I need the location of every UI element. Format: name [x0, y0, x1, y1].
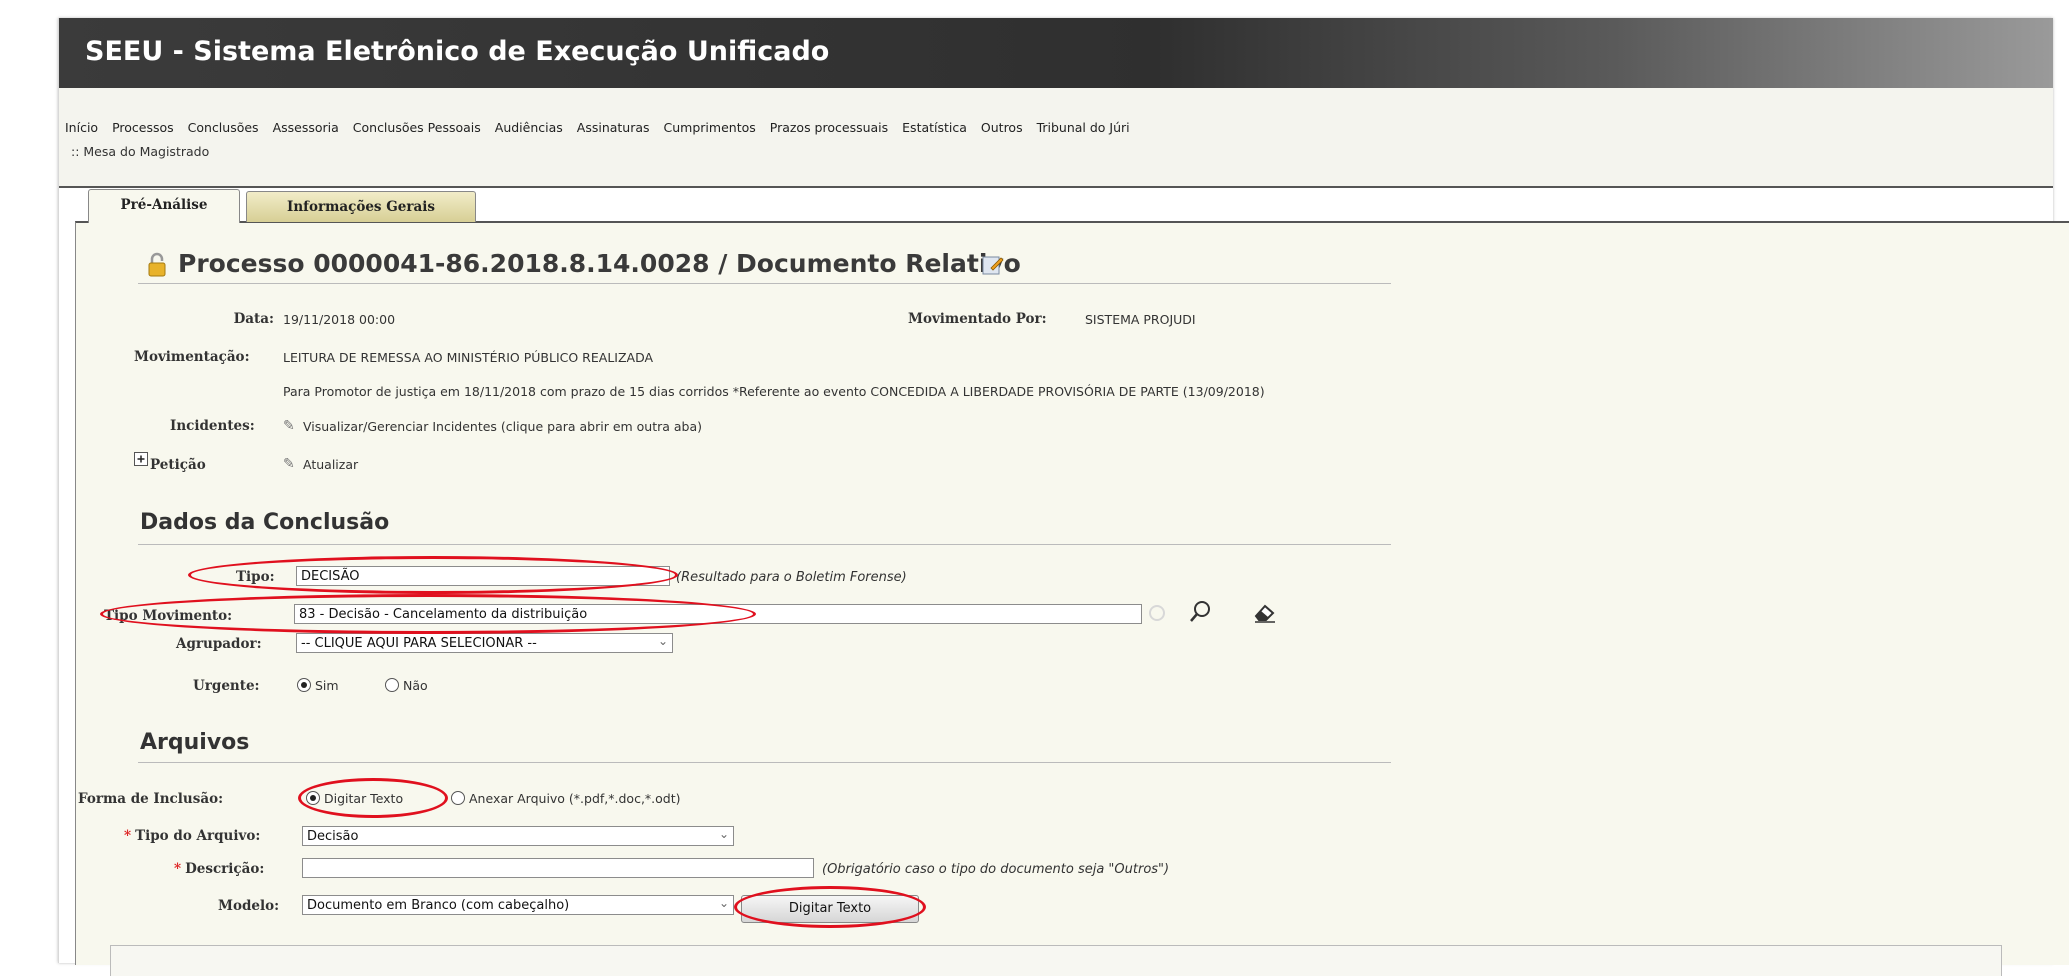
tab-informacoes-gerais[interactable]: Informações Gerais: [246, 191, 476, 222]
menu-item-cumprimentos[interactable]: Cumprimentos: [664, 120, 756, 135]
menu-item-prazos[interactable]: Prazos processuais: [770, 120, 888, 135]
main-panel: [75, 221, 2069, 965]
peticao-label: Petição: [150, 457, 206, 473]
agrupador-label: Agrupador:: [176, 636, 262, 652]
tipo-arquivo-select[interactable]: Decisão: [302, 826, 734, 846]
menu-item-assinaturas[interactable]: Assinaturas: [577, 120, 650, 135]
urgente-sim-option[interactable]: Sim: [297, 678, 339, 693]
app-titlebar: SEEU - Sistema Eletrônico de Execução Un…: [59, 18, 2053, 88]
urgente-sim-text: Sim: [315, 678, 339, 693]
menu-item-outros[interactable]: Outros: [981, 120, 1023, 135]
menu-item-estatistica[interactable]: Estatística: [902, 120, 967, 135]
tipo-movimento-label: Tipo Movimento:: [104, 608, 233, 624]
incidentes-label: Incidentes:: [170, 418, 255, 434]
menu-item-assessoria[interactable]: Assessoria: [273, 120, 339, 135]
tipo-hint: (Resultado para o Boletim Forense): [676, 570, 907, 585]
descricao-label: * Descrição:: [174, 861, 265, 877]
menu-item-conclusoes[interactable]: Conclusões: [188, 120, 259, 135]
editor-area: [110, 945, 2002, 976]
descricao-input[interactable]: [302, 858, 814, 878]
breadcrumb[interactable]: :: Mesa do Magistrado: [71, 144, 209, 159]
tipo-arquivo-label: * Tipo do Arquivo:: [124, 828, 261, 844]
forma-anexar-option[interactable]: Anexar Arquivo (*.pdf,*.doc,*.odt): [451, 791, 681, 806]
app-title: SEEU - Sistema Eletrônico de Execução Un…: [85, 36, 830, 67]
data-value: 19/11/2018 00:00: [283, 312, 396, 327]
digitar-texto-button[interactable]: Digitar Texto: [741, 895, 919, 923]
data-label: Data:: [233, 311, 274, 327]
pencil-icon: ✎: [283, 418, 295, 434]
forma-digitar-radio[interactable]: [306, 791, 320, 805]
loading-icon: [1149, 605, 1165, 621]
menu-item-inicio[interactable]: Início: [65, 120, 98, 135]
peticao-link[interactable]: Atualizar: [303, 457, 358, 472]
urgente-nao-option[interactable]: Não: [385, 678, 428, 693]
modelo-label: Modelo:: [218, 898, 280, 914]
menu-item-processos[interactable]: Processos: [112, 120, 174, 135]
menu-bar: Início Processos Conclusões Assessoria C…: [59, 88, 2053, 188]
edit-document-icon[interactable]: [982, 254, 1004, 276]
pencil-icon-2: ✎: [283, 456, 295, 472]
movimentado-label: Movimentado Por:: [908, 311, 1047, 327]
forma-inclusao-label: Forma de Inclusão:: [78, 791, 224, 807]
search-icon[interactable]: [1188, 599, 1214, 625]
urgente-nao-radio[interactable]: [385, 678, 399, 692]
modelo-select[interactable]: Documento em Branco (com cabeçalho): [302, 895, 734, 915]
lock-icon: [148, 252, 166, 277]
urgente-nao-text: Não: [403, 678, 428, 693]
incidentes-link[interactable]: Visualizar/Gerenciar Incidentes (clique …: [303, 419, 702, 434]
heading-divider: [138, 283, 1391, 284]
movimentacao-label: Movimentação:: [134, 349, 250, 365]
section-arquivos: Arquivos: [140, 730, 250, 755]
tipo-label: Tipo:: [236, 569, 275, 585]
urgente-label: Urgente:: [193, 678, 260, 694]
forma-digitar-option[interactable]: Digitar Texto: [306, 791, 403, 806]
menu-item-conclusoes-pessoais[interactable]: Conclusões Pessoais: [353, 120, 481, 135]
main-menu: Início Processos Conclusões Assessoria C…: [65, 120, 1140, 135]
descricao-hint: (Obrigatório caso o tipo do documento se…: [822, 862, 1170, 877]
agrupador-select[interactable]: -- CLIQUE AQUI PARA SELECIONAR --: [296, 633, 673, 653]
conclusao-divider: [138, 544, 1391, 545]
section-dados-conclusao: Dados da Conclusão: [140, 510, 390, 535]
process-heading: Processo 0000041-86.2018.8.14.0028 / Doc…: [178, 249, 1021, 278]
movimentacao-value: LEITURA DE REMESSA AO MINISTÉRIO PÚBLICO…: [283, 350, 654, 365]
menu-item-audiencias[interactable]: Audiências: [495, 120, 563, 135]
movimentacao-detail: Para Promotor de justiça em 18/11/2018 c…: [283, 384, 1265, 399]
forma-anexar-text: Anexar Arquivo (*.pdf,*.doc,*.odt): [469, 791, 681, 806]
eraser-icon[interactable]: [1252, 602, 1278, 624]
urgente-sim-radio[interactable]: [297, 678, 311, 692]
forma-digitar-text: Digitar Texto: [324, 791, 404, 806]
menu-item-tribunal-juri[interactable]: Tribunal do Júri: [1037, 120, 1130, 135]
forma-anexar-radio[interactable]: [451, 791, 465, 805]
arquivos-divider: [138, 762, 1391, 763]
tipo-field[interactable]: DECISÃO: [296, 566, 670, 586]
tab-pre-analise[interactable]: Pré-Análise: [88, 189, 240, 223]
expand-plus-icon[interactable]: [134, 452, 148, 466]
movimentado-value: SISTEMA PROJUDI: [1085, 312, 1196, 327]
tipo-movimento-field[interactable]: 83 - Decisão - Cancelamento da distribui…: [294, 604, 1142, 624]
